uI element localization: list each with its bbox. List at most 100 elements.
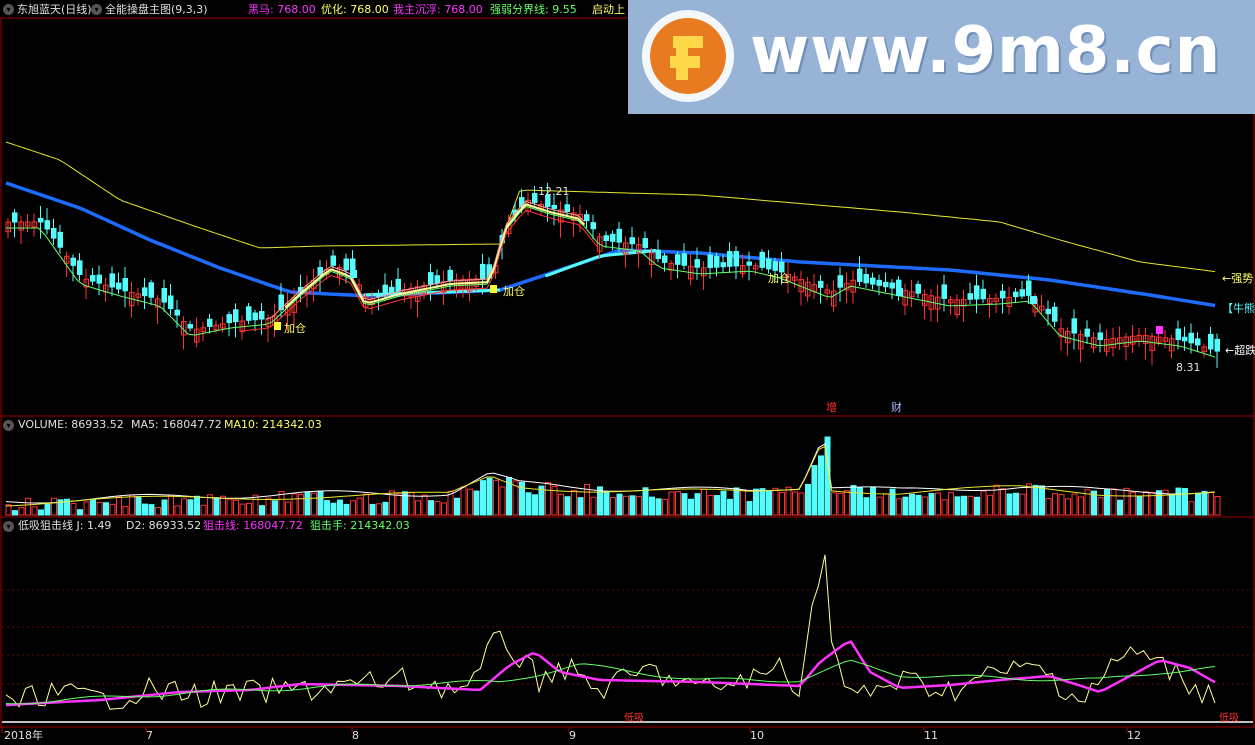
- volume-bar: [1110, 488, 1117, 516]
- candle-body: [174, 309, 180, 316]
- candle-body: [226, 314, 232, 324]
- readout-qiangruo: 强弱分界线: 9.55: [490, 3, 577, 16]
- candle-body: [720, 262, 726, 268]
- cai-marker: 财: [891, 401, 902, 414]
- volume-bar: [213, 497, 220, 516]
- volume-bar: [772, 487, 779, 516]
- candle-body: [1175, 328, 1181, 341]
- candle-body: [116, 282, 122, 290]
- candle-body: [603, 235, 609, 242]
- bull-bear-line: [5, 181, 1216, 308]
- volume-bar: [454, 497, 460, 516]
- volume-bar: [369, 503, 376, 516]
- candle-body: [428, 272, 434, 285]
- volume-bar: [1058, 494, 1065, 516]
- stock-chart-window[interactable]: ▾ 东旭蓝天(日线) ▾ 全能操盘主图(9,3,3) 黑马: 768.00 优化…: [0, 0, 1255, 745]
- watermark-banner: www.9m8.cn: [628, 0, 1255, 114]
- time-label-12: 12: [1127, 729, 1141, 742]
- volume-bar: [701, 488, 707, 516]
- dixi-mark-1: 低吸: [624, 713, 644, 724]
- candle-body: [1084, 328, 1090, 337]
- signal-marker-1: [490, 285, 497, 293]
- volume-bar: [90, 498, 96, 516]
- volume-bar: [441, 502, 447, 516]
- candle-body: [1182, 336, 1188, 342]
- candle-body: [564, 204, 570, 212]
- volume-panel-toggle-icon[interactable]: ▾: [3, 420, 14, 431]
- volume-bar: [792, 491, 798, 516]
- candle-body: [616, 228, 622, 243]
- ma-green: [6, 205, 1216, 358]
- volume-bar: [298, 493, 304, 516]
- indicator-toggle-icon[interactable]: ▾: [91, 4, 102, 15]
- chaodie-label: ←超跌: [1225, 344, 1255, 357]
- candle-body: [941, 284, 947, 299]
- volume-bar: [694, 493, 701, 516]
- volume-bar: [1026, 483, 1032, 516]
- volume-bar: [948, 492, 954, 516]
- volume-bar: [356, 497, 363, 516]
- candle-body: [382, 284, 388, 296]
- volume-bar: [103, 502, 109, 516]
- volume-bar: [1013, 492, 1019, 516]
- candle-body: [681, 253, 687, 266]
- indicator-panel-toggle-icon[interactable]: ▾: [3, 521, 14, 532]
- volume-bar: [922, 496, 928, 516]
- volume-bar: [909, 493, 915, 516]
- main-panel-toggle-icon[interactable]: ▾: [3, 4, 14, 15]
- dixi-mark-2: 低吸: [1219, 713, 1239, 724]
- candle-body: [584, 214, 590, 222]
- volume-bar: [746, 501, 753, 516]
- volume-bar: [805, 483, 811, 516]
- volume-bar: [18, 507, 25, 516]
- signal-marker-5: [350, 270, 357, 278]
- volume-bar: [733, 487, 740, 516]
- candle-body: [889, 282, 895, 289]
- volume-bar: [1156, 490, 1162, 516]
- volume-bar: [811, 465, 818, 516]
- volume-bar: [252, 494, 259, 516]
- volume-bar: [545, 481, 551, 516]
- volume-bar: [662, 498, 668, 516]
- volume-bar: [1143, 491, 1149, 516]
- volume-bar: [181, 498, 187, 516]
- volume-bar: [1169, 493, 1175, 516]
- candle-body: [96, 274, 102, 284]
- volume-bar: [532, 494, 538, 516]
- candle-body: [818, 280, 824, 288]
- candle-body: [90, 274, 96, 282]
- indicator-d2: D2: 86933.52: [126, 519, 202, 532]
- candle-body: [857, 268, 863, 282]
- candle-body: [896, 279, 902, 290]
- volume-bar: [1201, 490, 1208, 516]
- volume-bar: [538, 485, 545, 516]
- readout-youhua: 优化: 768.00: [321, 3, 389, 16]
- candle-body: [610, 233, 616, 242]
- time-label-8: 8: [352, 729, 359, 742]
- volume-bar: [382, 501, 389, 516]
- candle-body: [863, 274, 869, 284]
- candle-body: [168, 295, 174, 309]
- volume-bar: [460, 486, 467, 516]
- volume-bar: [304, 491, 311, 516]
- volume-bar: [714, 495, 720, 516]
- volume-bar: [12, 510, 18, 516]
- volume-bar: [428, 500, 434, 516]
- candle-body: [207, 318, 213, 328]
- volume-bar: [31, 506, 38, 516]
- volume-bar: [155, 507, 161, 516]
- readout-qidong: 启动上: [592, 3, 625, 16]
- candle-body: [1000, 290, 1006, 299]
- candle-body: [77, 260, 83, 275]
- candle-body: [1214, 338, 1220, 352]
- volume-bar: [1136, 495, 1143, 516]
- volume-bar: [1195, 492, 1201, 516]
- indicator-jujixian: 狙击线: 168047.72: [203, 519, 303, 532]
- volume-bar: [421, 494, 428, 516]
- candle-body: [12, 212, 18, 223]
- candle-body: [434, 275, 440, 284]
- candle-body: [1195, 338, 1201, 346]
- candle-body: [38, 217, 44, 223]
- candle-body: [259, 311, 265, 320]
- candle-body: [629, 237, 635, 245]
